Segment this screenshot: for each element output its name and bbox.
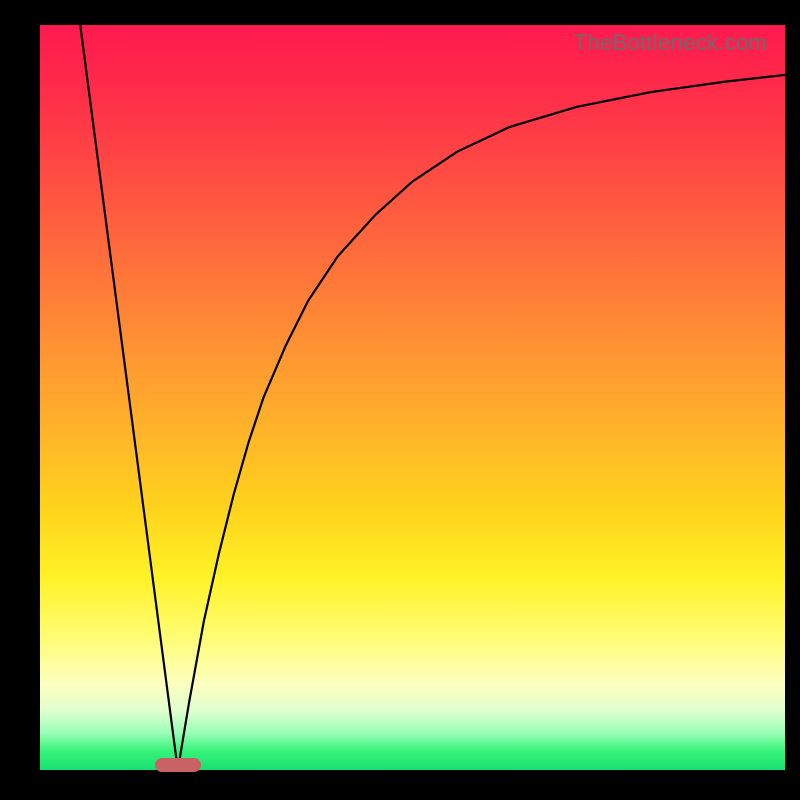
left-line: [80, 25, 178, 770]
chart-frame: TheBottleneck.com: [0, 0, 800, 800]
curves-svg: [40, 25, 785, 770]
plot-area: TheBottleneck.com: [40, 25, 785, 770]
bottleneck-marker: [155, 758, 201, 772]
right-curve: [178, 75, 785, 770]
